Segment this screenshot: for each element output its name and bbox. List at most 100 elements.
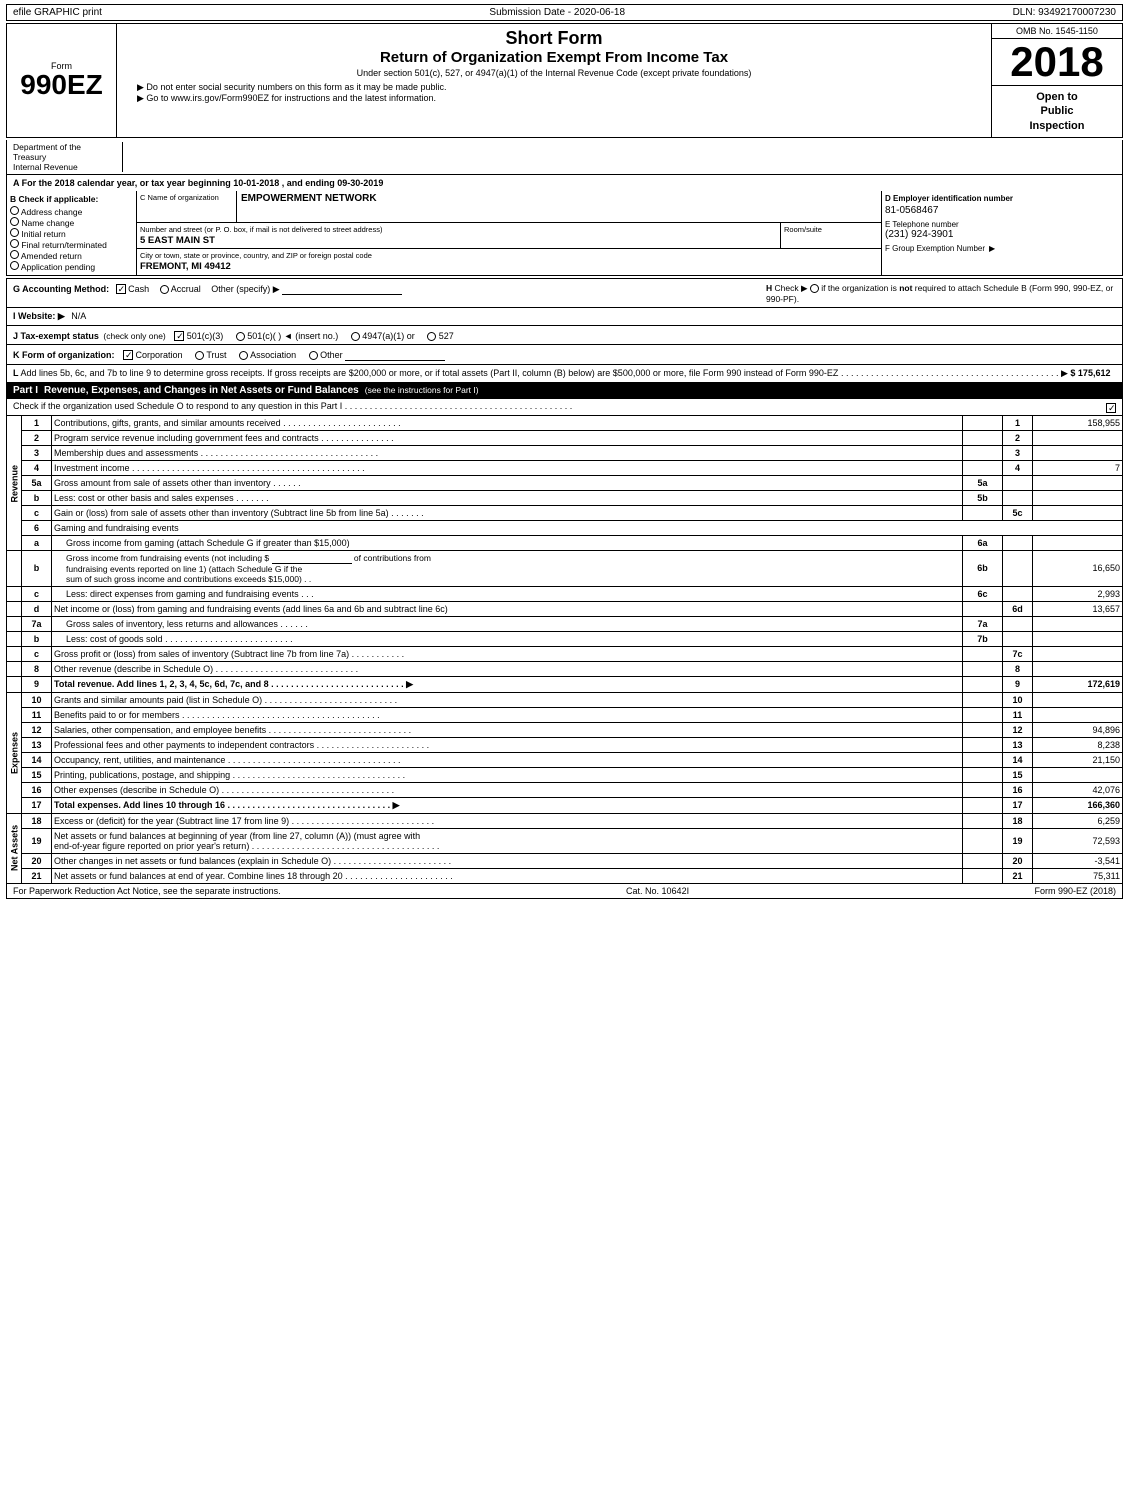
right-line-num-19: 19 bbox=[1003, 828, 1033, 853]
check-name-change: Name change bbox=[10, 217, 133, 228]
right-line-num-12: 12 bbox=[1003, 722, 1033, 737]
table-row: 4 Investment income . . . . . . . . . . … bbox=[7, 460, 1123, 475]
table-row: b Less: cost of goods sold . . . . . . .… bbox=[7, 631, 1123, 646]
table-row: 12 Salaries, other compensation, and emp… bbox=[7, 722, 1123, 737]
notice-line-2: ▶ Go to www.irs.gov/Form990EZ for instru… bbox=[127, 93, 981, 104]
j-501c: 501(c)( ) ◄ (insert no.) bbox=[236, 331, 341, 341]
desc-6a: Gross income from gaming (attach Schedul… bbox=[52, 535, 963, 550]
mid-num-6a: 6a bbox=[963, 535, 1003, 550]
mid-num-4 bbox=[963, 460, 1003, 475]
e-label: E Telephone number bbox=[885, 220, 1119, 229]
revenue-table: Revenue 1 Contributions, gifts, grants, … bbox=[6, 416, 1123, 884]
blank-side-9 bbox=[7, 676, 22, 692]
phone-value: (231) 924-3901 bbox=[885, 229, 1119, 240]
line-num-1: 1 bbox=[22, 416, 52, 431]
mid-num-7a: 7a bbox=[963, 616, 1003, 631]
desc-18: Excess or (deficit) for the year (Subtra… bbox=[52, 813, 963, 828]
desc-9: Total revenue. Add lines 1, 2, 3, 4, 5c,… bbox=[52, 676, 963, 692]
line-num-7a: 7a bbox=[22, 616, 52, 631]
org-info-section: B Check if applicable: Address change Na… bbox=[6, 191, 1123, 276]
right-line-num-7c: 7c bbox=[1003, 646, 1033, 661]
j-4947: 4947(a)(1) or bbox=[351, 331, 418, 341]
mid-num-15 bbox=[963, 767, 1003, 782]
line-num-11: 11 bbox=[22, 707, 52, 722]
form-number-block: Form 990EZ bbox=[7, 24, 117, 137]
city-row: City or town, state or province, country… bbox=[137, 249, 881, 274]
table-row: 8 Other revenue (describe in Schedule O)… bbox=[7, 661, 1123, 676]
value-5a bbox=[1033, 475, 1123, 490]
mid-num-8 bbox=[963, 661, 1003, 676]
short-form-title: Short Form bbox=[127, 28, 981, 49]
desc-3: Membership dues and assessments . . . . … bbox=[52, 445, 963, 460]
right-line-num-11: 11 bbox=[1003, 707, 1033, 722]
value-1: 158,955 bbox=[1033, 416, 1123, 431]
value-7b bbox=[1033, 631, 1123, 646]
value-4: 7 bbox=[1033, 460, 1123, 475]
desc-7a: Gross sales of inventory, less returns a… bbox=[52, 616, 963, 631]
form-990ez-number: 990EZ bbox=[20, 71, 103, 99]
desc-10: Grants and similar amounts paid (list in… bbox=[52, 692, 963, 707]
right-line-num-6a bbox=[1003, 535, 1033, 550]
line-num-3: 3 bbox=[22, 445, 52, 460]
mid-num-7c bbox=[963, 646, 1003, 661]
line-num-6b: b bbox=[22, 550, 52, 586]
right-line-num-7b bbox=[1003, 631, 1033, 646]
schedule-o-text: Check if the organization used Schedule … bbox=[13, 401, 572, 413]
section-a: A For the 2018 calendar year, or tax yea… bbox=[6, 174, 1123, 191]
mid-num-21 bbox=[963, 868, 1003, 883]
address-value: 5 EAST MAIN ST bbox=[140, 235, 777, 246]
blank-side-7b bbox=[7, 631, 22, 646]
line-num-7b: b bbox=[22, 631, 52, 646]
value-15 bbox=[1033, 767, 1123, 782]
value-12: 94,896 bbox=[1033, 722, 1123, 737]
k-other: Other bbox=[309, 350, 446, 360]
desc-5c: Gain or (loss) from sale of assets other… bbox=[52, 505, 963, 520]
desc-20: Other changes in net assets or fund bala… bbox=[52, 853, 963, 868]
right-line-num-18: 18 bbox=[1003, 813, 1033, 828]
line-num-19: 19 bbox=[22, 828, 52, 853]
mid-num-9 bbox=[963, 676, 1003, 692]
ein-value: 81-0568467 bbox=[885, 205, 1119, 216]
check-application-pending: Application pending bbox=[10, 261, 133, 272]
desc-6d: Net income or (loss) from gaming and fun… bbox=[52, 601, 963, 616]
value-7c bbox=[1033, 646, 1123, 661]
line-num-5b: b bbox=[22, 490, 52, 505]
part-i-label: Part I bbox=[13, 385, 38, 396]
part-i-header: Part I Revenue, Expenses, and Changes in… bbox=[6, 382, 1123, 399]
check-address-change: Address change bbox=[10, 206, 133, 217]
value-21: 75,311 bbox=[1033, 868, 1123, 883]
value-8 bbox=[1033, 661, 1123, 676]
right-line-num-9: 9 bbox=[1003, 676, 1033, 692]
right-line-num-6c bbox=[1003, 586, 1033, 601]
k-corporation: ✓ Corporation bbox=[123, 350, 185, 360]
top-bar: efile GRAPHIC print Submission Date - 20… bbox=[6, 4, 1123, 21]
g-label: G Accounting Method: bbox=[13, 284, 109, 294]
line-num-18: 18 bbox=[22, 813, 52, 828]
org-fields: C Name of organization EMPOWERMENT NETWO… bbox=[137, 191, 882, 275]
accounting-row: G Accounting Method: ✓ Cash Accrual Othe… bbox=[6, 278, 1123, 307]
mid-num-5a: 5a bbox=[963, 475, 1003, 490]
table-row: d Net income or (loss) from gaming and f… bbox=[7, 601, 1123, 616]
line-num-21: 21 bbox=[22, 868, 52, 883]
table-row: 6 Gaming and fundraising events bbox=[7, 520, 1123, 535]
footer-right: Form 990-EZ (2018) bbox=[1034, 886, 1116, 896]
dln-number: DLN: 93492170007230 bbox=[1013, 7, 1116, 18]
right-line-num-5a bbox=[1003, 475, 1033, 490]
value-11 bbox=[1033, 707, 1123, 722]
address-label: Number and street (or P. O. box, if mail… bbox=[137, 223, 781, 248]
line-num-7c: c bbox=[22, 646, 52, 661]
desc-21: Net assets or fund balances at end of ye… bbox=[52, 868, 963, 883]
check-if-applicable: B Check if applicable: Address change Na… bbox=[7, 191, 137, 275]
table-row: Expenses 10 Grants and similar amounts p… bbox=[7, 692, 1123, 707]
desc-15: Printing, publications, postage, and shi… bbox=[52, 767, 963, 782]
value-19: 72,593 bbox=[1033, 828, 1123, 853]
check-initial-return: Initial return bbox=[10, 228, 133, 239]
line-num-10: 10 bbox=[22, 692, 52, 707]
mid-num-5b: 5b bbox=[963, 490, 1003, 505]
line-num-15: 15 bbox=[22, 767, 52, 782]
desc-5a: Gross amount from sale of assets other t… bbox=[52, 475, 963, 490]
table-row: Revenue 1 Contributions, gifts, grants, … bbox=[7, 416, 1123, 431]
accrual-option: Accrual bbox=[160, 284, 204, 294]
schedule-o-checkbox: ✓ bbox=[1106, 401, 1116, 413]
right-line-num-14: 14 bbox=[1003, 752, 1033, 767]
